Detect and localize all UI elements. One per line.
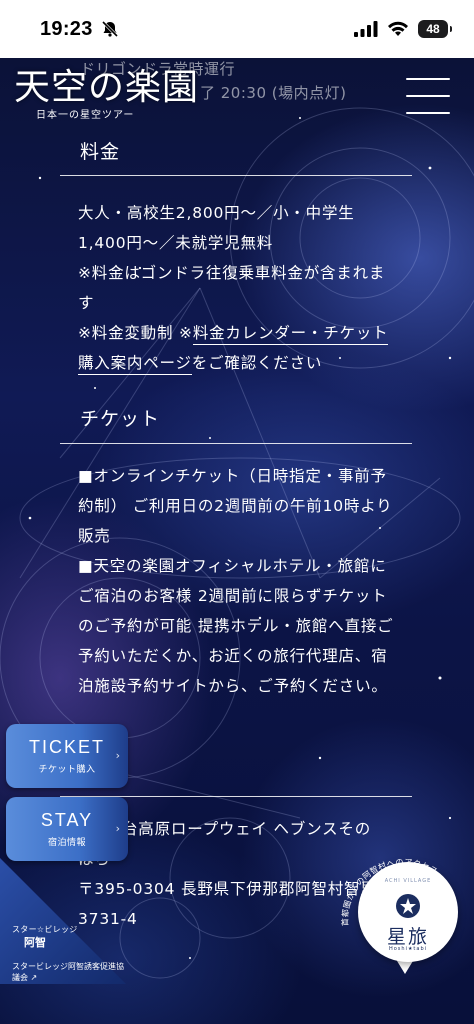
cellular-signal-icon [354, 21, 378, 37]
ticket-button-sublabel: チケット購入 [38, 765, 96, 775]
chevron-right-icon: › [115, 822, 120, 835]
svg-text:首都圏からの阿智村へのアクセス: 首都圏からの阿智村へのアクセス [340, 858, 440, 927]
status-bar: 19:23 48 [0, 0, 474, 58]
logo-subtitle: 日本一の星空ツアー [36, 110, 135, 121]
banner-line3: スタービレッジ阿智誘客促進協議会 ↗ [12, 961, 126, 983]
external-link-icon: ↗ [30, 973, 38, 982]
hoshi-top-text: ACHI VILLAGE [384, 878, 432, 884]
star-village-banner[interactable]: スター☆ビレッジ 阿智 スタービレッジ阿智誘客促進協議会 ↗ [0, 858, 126, 984]
hoshi-arc-caption: 首都圏からの阿智村へのアクセス [340, 858, 439, 927]
star-icon [396, 894, 420, 918]
stay-info-button[interactable]: STAY 宿泊情報 › [6, 797, 128, 861]
status-left: 19:23 [40, 18, 119, 41]
fee-variable-prefix: ※料金変動制 ※ [78, 324, 193, 342]
ticker-line2: 了 20:30 (場内点灯) [200, 84, 347, 102]
ticket-heading: チケット [80, 408, 161, 430]
fee-details: 大人・高校生2,800円～／小・中学生1,400円～／未就学児無料 ※料金はゴン… [78, 198, 396, 378]
hoshi-subtitle: Hoshi★tabi [388, 946, 428, 952]
fee-prices: 大人・高校生2,800円～／小・中学生1,400円～／未就学児無料 [78, 204, 355, 252]
stay-button-sublabel: 宿泊情報 [47, 838, 86, 848]
stay-button-label: STAY [40, 810, 94, 830]
fee-note: ※料金はゴンドラ往復乗車料金が含まれます [78, 264, 386, 312]
menu-line-icon [406, 95, 450, 97]
site-logo[interactable]: 天空の楽園 日本一の星空ツアー [14, 67, 200, 122]
battery-indicator: 48 [418, 20, 452, 38]
chevron-right-icon: › [115, 749, 120, 762]
bell-muted-icon [101, 20, 118, 38]
fee-divider [60, 175, 412, 176]
ticket-online-info: ■オンラインチケット（日時指定・事前予約制） ご利用日の2週間前の午前10時より… [78, 467, 393, 545]
site-header: ドリゴンドラ常時運行 了 20:30 (場内点灯) 天空の楽園 日本一の星空ツア… [0, 58, 474, 134]
status-right: 48 [354, 20, 452, 38]
ticket-divider [60, 443, 412, 444]
status-time: 19:23 [40, 17, 93, 40]
logo-title: 天空の楽園 [14, 67, 200, 108]
fee-variable-suffix: をご確認ください [191, 354, 323, 372]
ticket-hotel-info: ■天空の楽園オフィシャルホテル・旅館にご宿泊のお客様 2週間前に限らずチケットの… [78, 557, 394, 695]
ticket-details: ■オンラインチケット（日時指定・事前予約制） ご利用日の2週間前の午前10時より… [78, 461, 396, 701]
hamburger-menu-button[interactable] [406, 78, 450, 114]
banner-line2: 阿智 [24, 936, 46, 949]
ticket-purchase-button[interactable]: TICKET チケット購入 › [6, 724, 128, 788]
wifi-icon [388, 21, 408, 36]
fee-variable-note: ※料金変動制 ※料金カレンダー・チケット購入案内ページをご確認ください [78, 318, 396, 378]
fee-heading: 料金 [80, 141, 121, 163]
menu-line-icon [406, 78, 450, 80]
banner-org-name: スタービレッジ阿智誘客促進協議会 [12, 962, 124, 982]
menu-line-icon [406, 112, 450, 114]
ticket-button-label: TICKET [28, 737, 105, 757]
hoshi-title: 星旅 [386, 926, 429, 948]
